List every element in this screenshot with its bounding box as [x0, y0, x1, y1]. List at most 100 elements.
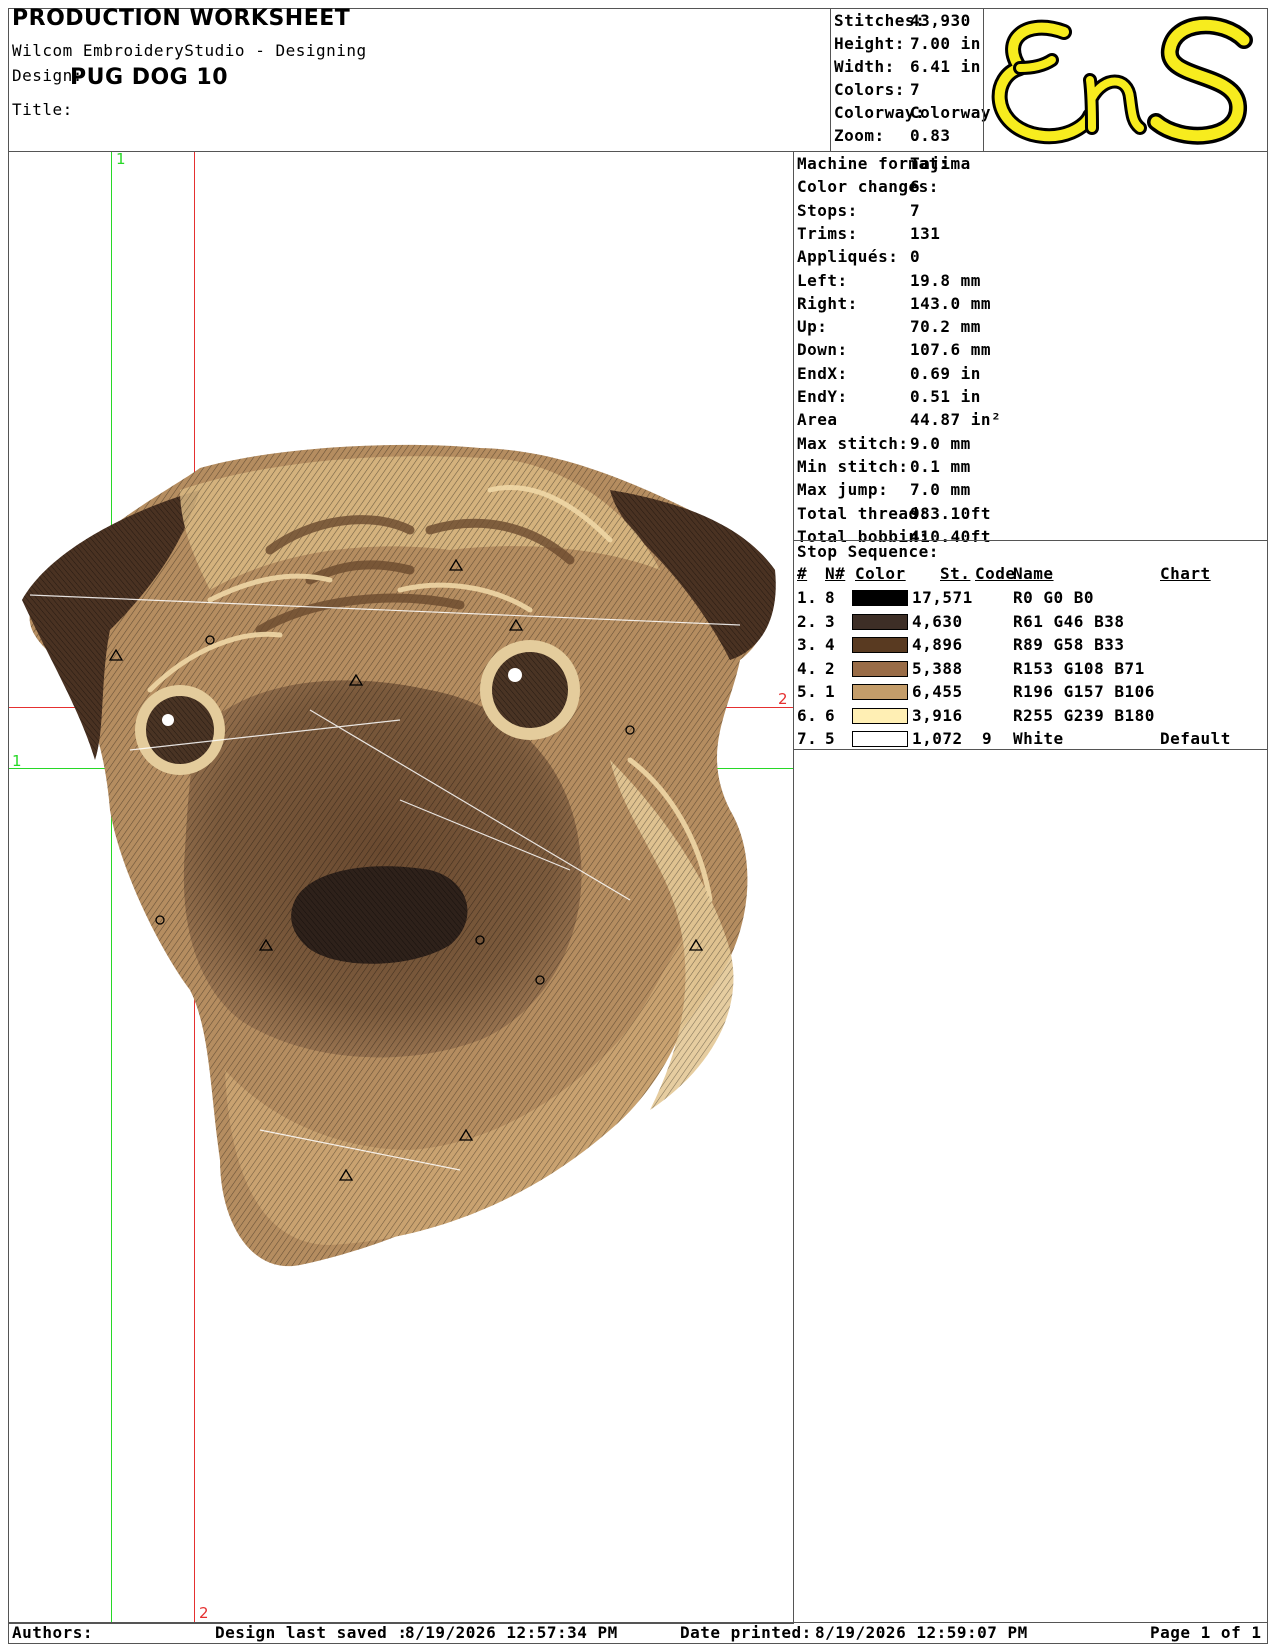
detail-label: EndY: — [797, 387, 848, 406]
row-name: R61 G46 B38 — [1013, 611, 1125, 631]
detail-label: Stops: — [797, 200, 858, 220]
col-header-n: N# — [825, 564, 846, 583]
col-header-code: Code — [975, 564, 1016, 583]
printed-label: Date printed: — [680, 1623, 812, 1642]
printed-value: 8/19/2026 12:59:07 PM — [815, 1623, 1028, 1642]
title-label: Title: — [12, 100, 73, 119]
col-header-name: Name — [1013, 564, 1054, 583]
summary-value: 6.41 in — [910, 57, 981, 76]
col-header-stitches: St. — [940, 564, 971, 583]
row-chart: Default — [1160, 729, 1231, 748]
detail-value: 983.10ft — [910, 503, 992, 523]
detail-label: Right: — [797, 293, 858, 313]
row-index: 7. — [797, 729, 818, 748]
row-needle: 5 — [825, 729, 836, 748]
pug-left-eye — [135, 685, 225, 775]
stop-sequence-title: Stop Sequence: — [797, 542, 939, 561]
row-needle: 3 — [825, 611, 836, 631]
detail-label: Appliqués: — [797, 247, 899, 267]
saved-value: 8/19/2026 12:57:34 PM — [405, 1623, 618, 1642]
summary-value: 7.00 in — [910, 34, 981, 53]
detail-value: 131 — [910, 223, 941, 243]
col-header-color: Color — [855, 564, 906, 583]
summary-value: 7 — [910, 80, 921, 99]
row-name: R255 G239 B180 — [1013, 705, 1155, 725]
summary-label: Zoom: — [834, 126, 885, 145]
row-index: 3. — [797, 635, 818, 654]
row-index: 1. — [797, 588, 818, 607]
row-code: 9 — [982, 729, 993, 748]
summary-label: Colors: — [834, 80, 905, 99]
detail-label: Up: — [797, 317, 828, 337]
row-stitches: 6,455 — [912, 682, 963, 701]
col-header-chart: Chart — [1160, 564, 1211, 583]
detail-label: Left: — [797, 270, 848, 290]
row-stitches: 4,630 — [912, 611, 963, 631]
detail-value: 9.0 mm — [910, 433, 971, 453]
row-stitches: 3,916 — [912, 705, 963, 725]
summary-label: Width: — [834, 57, 895, 76]
summary-label: Height: — [834, 34, 905, 53]
row-stitches: 17,571 — [912, 588, 973, 607]
detail-label: Trims: — [797, 223, 858, 243]
row-name: R0 G0 B0 — [1013, 588, 1095, 607]
row-index: 5. — [797, 682, 818, 701]
detail-value: 44.87 in² — [910, 410, 1002, 430]
detail-value: 143.0 mm — [910, 293, 992, 313]
guide-label-v1: 1 — [116, 150, 126, 168]
detail-label: Max stitch: — [797, 433, 909, 453]
row-needle: 4 — [825, 635, 836, 654]
row-stitches: 1,072 — [912, 729, 963, 748]
row-name: R196 G157 B106 — [1013, 682, 1155, 701]
detail-value: 6 — [910, 177, 921, 197]
detail-label: EndX: — [797, 363, 848, 383]
detail-label: Total thread: — [797, 503, 929, 523]
color-swatch — [852, 684, 908, 700]
detail-label: Down: — [797, 340, 848, 360]
detail-value: 107.6 mm — [910, 340, 992, 360]
detail-value: Tajima — [910, 154, 971, 173]
col-header-num: # — [797, 564, 808, 583]
color-swatch — [852, 590, 908, 606]
detail-value: 0 — [910, 247, 921, 267]
pug-embroidery-design — [22, 444, 776, 1267]
row-stitches: 5,388 — [912, 658, 963, 678]
row-name: R89 G58 B33 — [1013, 635, 1125, 654]
row-needle: 1 — [825, 682, 836, 701]
detail-value: 19.8 mm — [910, 270, 981, 290]
row-index: 6. — [797, 705, 818, 725]
ens-logo: EnS — [988, 16, 1253, 145]
row-name: White — [1013, 729, 1064, 748]
detail-label: Min stitch: — [797, 456, 909, 476]
pug-right-eye — [480, 640, 580, 740]
row-index: 2. — [797, 611, 818, 631]
summary-value: 43,930 — [910, 11, 971, 30]
guide-label-v2: 2 — [199, 1604, 209, 1622]
authors-label: Authors: — [12, 1623, 94, 1642]
design-name: PUG DOG 10 — [70, 65, 229, 90]
logo-text: EnS — [988, 21, 990, 23]
row-name: R153 G108 B71 — [1013, 658, 1145, 678]
worksheet-title: PRODUCTION WORKSHEET — [12, 6, 351, 31]
saved-label: Design last saved : — [215, 1623, 408, 1642]
row-index: 4. — [797, 658, 818, 678]
software-name: Wilcom EmbroideryStudio - Designing — [12, 41, 367, 60]
footer-box — [8, 1622, 1268, 1644]
detail-value: 0.1 mm — [910, 456, 971, 476]
detail-value: 70.2 mm — [910, 317, 981, 337]
page-number: Page 1 of 1 — [1150, 1623, 1262, 1642]
color-swatch — [852, 637, 908, 653]
detail-label: Area — [797, 410, 838, 430]
row-needle: 6 — [825, 705, 836, 725]
summary-value: 0.83 — [910, 126, 951, 145]
color-swatch — [852, 613, 908, 630]
row-needle: 8 — [825, 588, 836, 607]
color-swatch — [852, 707, 908, 724]
detail-value: 7.0 mm — [910, 480, 971, 500]
color-swatch — [852, 731, 908, 747]
detail-value: 0.69 in — [910, 363, 981, 383]
detail-value: 7 — [910, 200, 921, 220]
color-swatch — [852, 660, 908, 677]
row-needle: 2 — [825, 658, 836, 678]
row-stitches: 4,896 — [912, 635, 963, 654]
